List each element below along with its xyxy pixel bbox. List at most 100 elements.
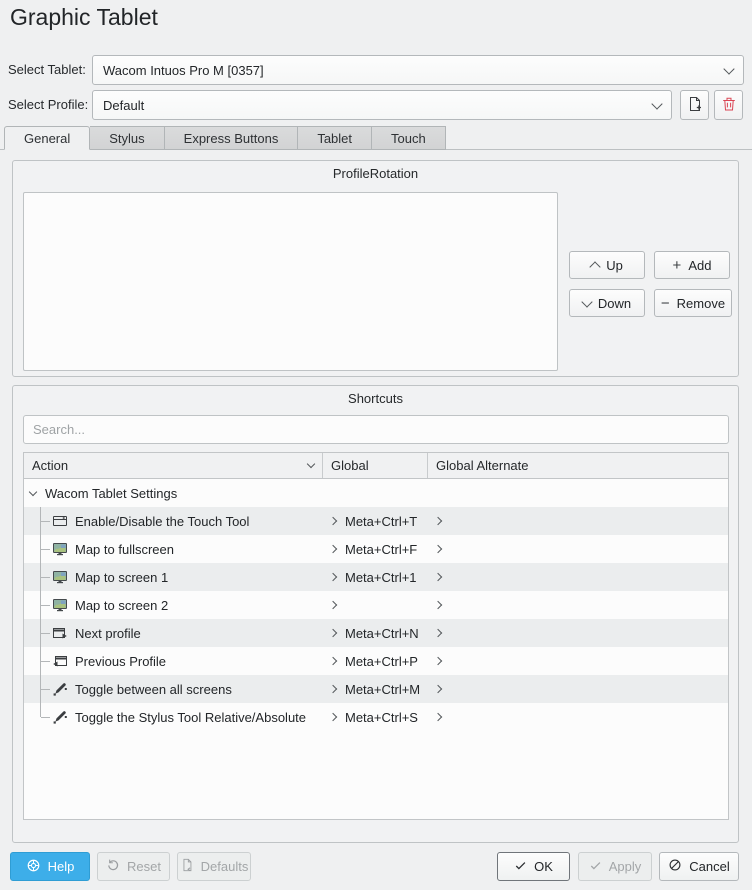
apply-label: Apply [609, 859, 642, 874]
tree-branch [41, 577, 50, 578]
chevron-right-icon [329, 685, 337, 693]
delete-profile-button[interactable] [714, 90, 743, 120]
new-profile-button[interactable] [680, 90, 709, 120]
alternate-shortcut-cell[interactable] [428, 647, 728, 675]
global-shortcut-cell[interactable]: Meta+Ctrl+1 [323, 563, 428, 591]
previous-profile-icon [52, 653, 68, 669]
alternate-shortcut-cell[interactable] [428, 591, 728, 619]
stylus-icon [52, 681, 68, 697]
ok-label: OK [534, 859, 553, 874]
page-title: Graphic Tablet [10, 4, 158, 31]
reset-button[interactable]: Reset [97, 852, 170, 881]
reset-label: Reset [127, 859, 161, 874]
alternate-shortcut-cell[interactable] [428, 619, 728, 647]
sort-indicator-icon [307, 460, 315, 468]
tab-tablet[interactable]: Tablet [298, 126, 372, 150]
column-header-action-label: Action [32, 458, 68, 473]
defaults-label: Defaults [201, 859, 249, 874]
rotation-down-label: Down [598, 296, 631, 311]
defaults-button[interactable]: Defaults [177, 852, 251, 881]
chevron-right-icon [434, 545, 442, 553]
chevron-up-icon [590, 261, 601, 272]
tab-express-buttons[interactable]: Express Buttons [165, 126, 299, 150]
shortcut-value: Meta+Ctrl+P [345, 654, 418, 669]
global-shortcut-cell[interactable]: Meta+Ctrl+P [323, 647, 428, 675]
cancel-label: Cancel [689, 859, 729, 874]
tree-branch [41, 549, 50, 550]
chevron-right-icon [434, 657, 442, 665]
tab-general[interactable]: General [4, 126, 90, 150]
action-label: Enable/Disable the Touch Tool [75, 514, 249, 529]
chevron-right-icon [434, 601, 442, 609]
tab-stylus[interactable]: Stylus [90, 126, 164, 150]
column-header-global-alternate-label: Global Alternate [436, 458, 529, 473]
help-label: Help [48, 859, 75, 874]
global-shortcut-cell[interactable]: Meta+Ctrl+S [323, 703, 428, 731]
action-label: Previous Profile [75, 654, 166, 669]
table-row[interactable]: Map to screen 1 Meta+Ctrl+1 [24, 563, 728, 591]
select-profile-label: Select Profile: [8, 90, 88, 120]
table-row[interactable]: Map to screen 2 [24, 591, 728, 619]
column-header-global-label: Global [331, 458, 369, 473]
alternate-shortcut-cell[interactable] [428, 535, 728, 563]
table-row[interactable]: Toggle between all screens Meta+Ctrl+M [24, 675, 728, 703]
shortcuts-group: Shortcuts Action Global Global Alternate… [12, 385, 739, 843]
global-shortcut-cell[interactable]: Meta+Ctrl+T [323, 507, 428, 535]
global-shortcut-cell[interactable]: Meta+Ctrl+M [323, 675, 428, 703]
global-shortcut-cell[interactable]: Meta+Ctrl+N [323, 619, 428, 647]
tab-touch[interactable]: Touch [372, 126, 446, 150]
chevron-right-icon [329, 573, 337, 581]
column-header-action[interactable]: Action [24, 453, 323, 478]
chevron-right-icon [329, 657, 337, 665]
action-label: Map to fullscreen [75, 542, 174, 557]
tablet-combobox[interactable]: Wacom Intuos Pro M [0357] [92, 55, 744, 85]
stylus-icon [52, 709, 68, 725]
table-row[interactable]: Next profile Meta+Ctrl+N [24, 619, 728, 647]
select-tablet-label: Select Tablet: [8, 55, 86, 85]
alternate-shortcut-cell[interactable] [428, 703, 728, 731]
table-row[interactable]: Map to fullscreen Meta+Ctrl+F [24, 535, 728, 563]
tree-group-row[interactable]: Wacom Tablet Settings [24, 479, 728, 507]
chevron-right-icon [329, 713, 337, 721]
shortcut-value: Meta+Ctrl+1 [345, 570, 417, 585]
profile-rotation-title: ProfileRotation [13, 161, 738, 181]
table-row[interactable]: Enable/Disable the Touch Tool Meta+Ctrl+… [24, 507, 728, 535]
cancel-button[interactable]: Cancel [659, 852, 739, 881]
shortcuts-title: Shortcuts [13, 386, 738, 406]
global-shortcut-cell[interactable]: Meta+Ctrl+F [323, 535, 428, 563]
monitor-icon [52, 541, 68, 557]
profile-rotation-list[interactable] [23, 192, 558, 371]
chevron-right-icon [329, 517, 337, 525]
expander-icon[interactable] [29, 487, 37, 495]
help-button[interactable]: Help [10, 852, 90, 881]
alternate-shortcut-cell[interactable] [428, 675, 728, 703]
tree-branch [40, 703, 41, 717]
action-label: Toggle between all screens [75, 682, 232, 697]
alternate-shortcut-cell[interactable] [428, 563, 728, 591]
profile-combobox-value: Default [103, 98, 653, 113]
ok-button[interactable]: OK [497, 852, 570, 881]
action-label: Map to screen 1 [75, 570, 168, 585]
column-header-global[interactable]: Global [323, 453, 428, 478]
minus-icon: − [661, 296, 670, 311]
table-row[interactable]: Previous Profile Meta+Ctrl+P [24, 647, 728, 675]
profile-combobox[interactable]: Default [92, 90, 672, 120]
tree-branch [41, 717, 50, 718]
apply-button[interactable]: Apply [578, 852, 652, 881]
chevron-right-icon [434, 629, 442, 637]
global-shortcut-cell[interactable] [323, 591, 428, 619]
rotation-up-button[interactable]: Up [569, 251, 645, 279]
shortcut-value: Meta+Ctrl+N [345, 626, 419, 641]
table-row[interactable]: Toggle the Stylus Tool Relative/Absolute… [24, 703, 728, 731]
column-header-global-alternate[interactable]: Global Alternate [428, 453, 728, 478]
alternate-shortcut-cell[interactable] [428, 507, 728, 535]
check-icon [589, 859, 602, 875]
trash-icon [721, 96, 737, 115]
undo-icon [106, 858, 120, 875]
rotation-down-button[interactable]: Down [569, 289, 645, 317]
tree-branch [41, 605, 50, 606]
rotation-remove-button[interactable]: − Remove [654, 289, 732, 317]
rotation-add-button[interactable]: + Add [654, 251, 730, 279]
monitor-icon [52, 597, 68, 613]
search-input[interactable] [23, 415, 729, 444]
